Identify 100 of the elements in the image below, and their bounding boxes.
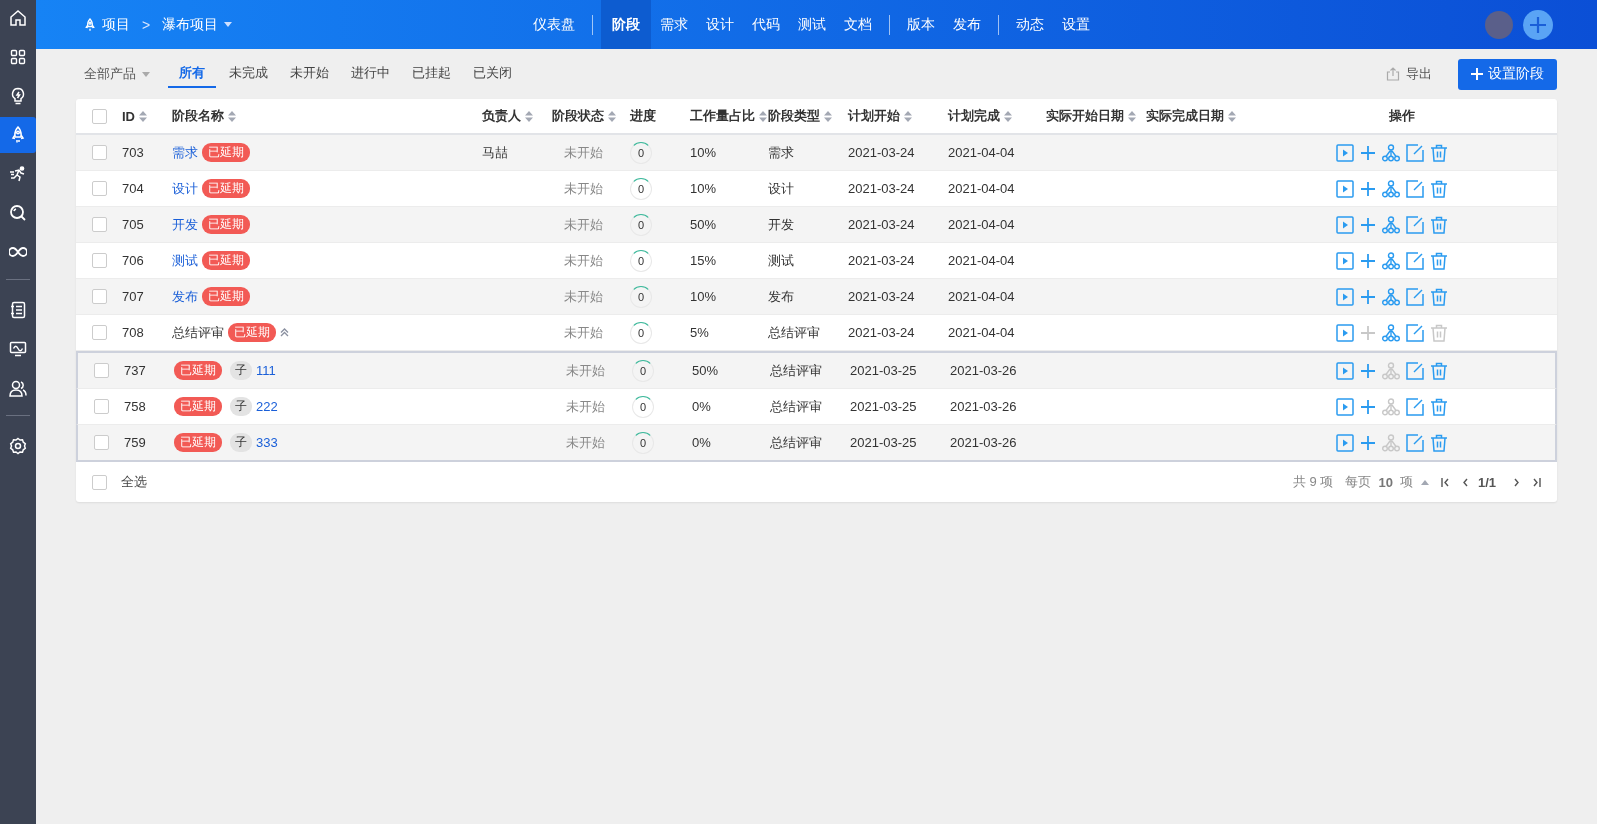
- edit-icon[interactable]: [1405, 251, 1424, 270]
- column-header[interactable]: 阶段名称: [172, 107, 224, 125]
- plus-icon[interactable]: [1359, 398, 1376, 415]
- nav-tab[interactable]: 设置: [1053, 0, 1099, 49]
- start-icon[interactable]: [1335, 179, 1354, 198]
- nav-tab[interactable]: 需求: [651, 0, 697, 49]
- column-header[interactable]: 阶段类型: [768, 107, 820, 125]
- last-page-icon[interactable]: [1532, 477, 1541, 487]
- row-checkbox[interactable]: [93, 363, 109, 378]
- column-header[interactable]: 阶段状态: [552, 107, 604, 125]
- start-icon[interactable]: [1335, 433, 1354, 452]
- column-header[interactable]: 工作量占比: [690, 107, 755, 125]
- stage-name-link[interactable]: 总结评审: [172, 323, 224, 342]
- edit-icon[interactable]: [1405, 215, 1424, 234]
- trash-icon[interactable]: [1429, 143, 1448, 162]
- breadcrumb-link[interactable]: 项目: [102, 15, 130, 34]
- plus-icon[interactable]: [1359, 180, 1376, 197]
- hierarchy-icon[interactable]: [1381, 143, 1400, 162]
- hierarchy-icon[interactable]: [1381, 215, 1400, 234]
- column-header[interactable]: 实际开始日期: [1046, 107, 1124, 125]
- select-all-checkbox[interactable]: [92, 474, 107, 490]
- trash-icon[interactable]: [1429, 361, 1448, 380]
- page-size-select[interactable]: 10: [1378, 474, 1393, 490]
- filter-tab[interactable]: 已挂起: [401, 60, 462, 88]
- row-checkbox[interactable]: [91, 253, 107, 268]
- column-header[interactable]: 计划开始: [848, 107, 900, 125]
- plus-icon[interactable]: [1359, 144, 1376, 161]
- edit-icon[interactable]: [1405, 179, 1424, 198]
- plus-icon[interactable]: [1359, 252, 1376, 269]
- nav-tab[interactable]: 代码: [743, 0, 789, 49]
- collapse-icon[interactable]: [280, 328, 289, 337]
- start-icon[interactable]: [1335, 215, 1354, 234]
- plus-icon[interactable]: [1359, 216, 1376, 233]
- hierarchy-icon[interactable]: [1381, 251, 1400, 270]
- edit-icon[interactable]: [1405, 287, 1424, 306]
- filter-tab[interactable]: 未完成: [218, 60, 279, 88]
- plus-icon[interactable]: [1359, 288, 1376, 305]
- product-filter[interactable]: 全部产品: [84, 65, 136, 83]
- create-stage-button[interactable]: 设置阶段: [1458, 58, 1557, 90]
- plus-icon[interactable]: [1359, 434, 1376, 451]
- export-link[interactable]: 导出: [1406, 65, 1432, 83]
- nav-tab[interactable]: 仪表盘: [524, 0, 584, 49]
- row-checkbox[interactable]: [91, 217, 107, 232]
- start-icon[interactable]: [1335, 397, 1354, 416]
- start-icon[interactable]: [1335, 143, 1354, 162]
- row-checkbox[interactable]: [91, 145, 107, 160]
- next-page-icon[interactable]: [1514, 477, 1520, 487]
- filter-tab[interactable]: 未开始: [279, 60, 340, 88]
- column-header[interactable]: ID: [122, 108, 135, 124]
- edit-icon[interactable]: [1405, 323, 1424, 342]
- stage-name-link[interactable]: 发布: [172, 287, 198, 306]
- row-checkbox[interactable]: [91, 289, 107, 304]
- start-icon[interactable]: [1335, 251, 1354, 270]
- start-icon[interactable]: [1335, 323, 1354, 342]
- stage-name-link[interactable]: 开发: [172, 215, 198, 234]
- edit-icon[interactable]: [1405, 143, 1424, 162]
- trash-icon[interactable]: [1429, 251, 1448, 270]
- start-icon[interactable]: [1335, 361, 1354, 380]
- trash-icon[interactable]: [1429, 433, 1448, 452]
- column-header[interactable]: 负责人: [482, 107, 521, 125]
- filter-tab[interactable]: 已关闭: [462, 60, 523, 88]
- row-checkbox[interactable]: [93, 399, 109, 414]
- nav-tab[interactable]: 版本: [898, 0, 944, 49]
- hierarchy-icon[interactable]: [1381, 323, 1400, 342]
- row-checkbox[interactable]: [93, 435, 109, 450]
- project-switcher[interactable]: 瀑布项目: [162, 15, 219, 34]
- edit-icon[interactable]: [1405, 433, 1424, 452]
- edit-icon[interactable]: [1405, 361, 1424, 380]
- nav-tab[interactable]: 测试: [789, 0, 835, 49]
- previous-page-icon[interactable]: [1461, 477, 1468, 487]
- hierarchy-icon[interactable]: [1381, 287, 1400, 306]
- row-checkbox[interactable]: [91, 325, 107, 340]
- trash-icon[interactable]: [1429, 287, 1448, 306]
- sidebar-item[interactable]: [0, 117, 36, 153]
- header-checkbox[interactable]: [91, 108, 107, 124]
- column-header[interactable]: 计划完成: [948, 107, 1000, 125]
- nav-tab[interactable]: 阶段: [601, 0, 651, 49]
- stage-name-link[interactable]: 222: [256, 399, 278, 414]
- column-header[interactable]: 实际完成日期: [1146, 107, 1224, 125]
- nav-tab[interactable]: 动态: [1007, 0, 1053, 49]
- trash-icon[interactable]: [1429, 215, 1448, 234]
- edit-icon[interactable]: [1405, 397, 1424, 416]
- stage-name-link[interactable]: 111: [256, 363, 276, 378]
- stage-name-link[interactable]: 需求: [172, 143, 198, 162]
- nav-tab[interactable]: 发布: [944, 0, 990, 49]
- add-button[interactable]: [1523, 9, 1553, 40]
- hierarchy-icon[interactable]: [1381, 179, 1400, 198]
- first-page-icon[interactable]: [1440, 477, 1450, 487]
- start-icon[interactable]: [1335, 287, 1354, 306]
- nav-tab[interactable]: 文档: [835, 0, 881, 49]
- nav-tab[interactable]: 设计: [697, 0, 743, 49]
- stage-name-link[interactable]: 测试: [172, 251, 198, 270]
- plus-icon[interactable]: [1359, 362, 1376, 379]
- filter-tab[interactable]: 所有: [168, 60, 216, 88]
- filter-tab[interactable]: 进行中: [340, 60, 401, 88]
- trash-icon[interactable]: [1429, 179, 1448, 198]
- row-checkbox[interactable]: [91, 181, 107, 196]
- trash-icon[interactable]: [1429, 397, 1448, 416]
- stage-name-link[interactable]: 设计: [172, 179, 198, 198]
- stage-name-link[interactable]: 333: [256, 435, 278, 450]
